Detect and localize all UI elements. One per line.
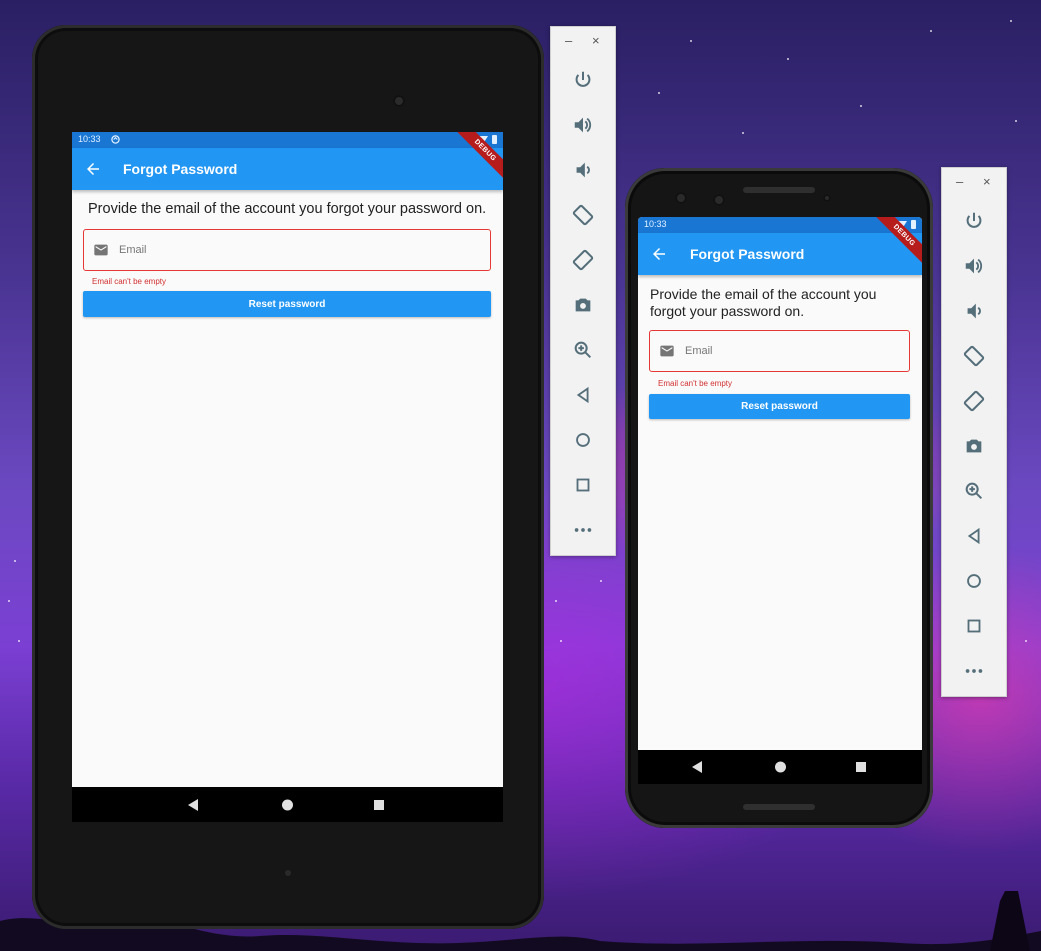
volume-up-button[interactable] — [942, 243, 1006, 288]
phone-emulator: 10:33 Forgot Password DEBUG Provide the … — [625, 168, 933, 828]
power-button[interactable] — [942, 198, 1006, 243]
system-nav-bar — [72, 787, 503, 822]
overview-button[interactable] — [942, 603, 1006, 648]
proximity-sensor — [823, 194, 831, 202]
phone-screen: 10:33 Forgot Password DEBUG Provide the … — [638, 217, 922, 784]
email-error-text: Email can't be empty — [658, 379, 733, 388]
screenshot-button[interactable] — [551, 282, 615, 327]
rotate-right-button[interactable] — [942, 378, 1006, 423]
status-time: 10:33 — [644, 219, 667, 229]
app-bar: Forgot Password — [638, 233, 922, 275]
home-icon — [576, 432, 590, 447]
camera-icon — [966, 439, 982, 452]
close-button[interactable]: × — [592, 34, 600, 48]
email-placeholder: Email — [685, 345, 713, 357]
home-button[interactable] — [551, 417, 615, 462]
sync-icon — [111, 135, 120, 144]
close-button[interactable]: × — [983, 175, 991, 189]
nav-home-icon[interactable] — [775, 761, 786, 773]
tablet-emulator-toolbar: – × — [550, 26, 616, 556]
overview-icon — [967, 619, 981, 632]
tablet-speaker — [285, 870, 291, 876]
status-bar: 10:33 — [72, 132, 503, 148]
email-field[interactable]: Email — [649, 330, 910, 372]
overview-button[interactable] — [551, 462, 615, 507]
page-title: Forgot Password — [690, 246, 805, 262]
volume-down-button[interactable] — [551, 147, 615, 192]
page-title: Forgot Password — [123, 161, 238, 177]
nav-back-icon[interactable] — [692, 761, 702, 773]
back-button[interactable] — [551, 372, 615, 417]
instructions-text: Provide the email of the account you for… — [88, 201, 487, 217]
app-bar: Forgot Password — [72, 148, 503, 190]
phone-speaker-bottom — [743, 804, 815, 810]
status-time: 10:33 — [78, 134, 101, 144]
email-placeholder: Email — [119, 244, 147, 256]
volume-up-icon — [965, 258, 983, 273]
front-camera — [675, 192, 687, 204]
home-icon — [967, 573, 981, 588]
front-camera — [393, 95, 405, 107]
volume-down-button[interactable] — [942, 288, 1006, 333]
zoom-button[interactable] — [942, 468, 1006, 513]
rotate-right-icon — [572, 249, 594, 270]
reset-password-button[interactable]: Reset password — [649, 394, 910, 419]
more-icon — [574, 527, 592, 532]
nav-overview-icon[interactable] — [374, 799, 384, 810]
more-button[interactable] — [942, 648, 1006, 693]
power-button[interactable] — [551, 57, 615, 102]
volume-up-button[interactable] — [551, 102, 615, 147]
volume-down-icon — [967, 303, 981, 318]
system-nav-bar — [638, 750, 922, 784]
instructions-text: Provide the email of the account you for… — [650, 286, 877, 319]
rotate-left-button[interactable] — [551, 192, 615, 237]
back-arrow-icon[interactable] — [650, 245, 668, 263]
rotate-right-button[interactable] — [551, 237, 615, 282]
email-icon — [660, 345, 674, 357]
email-error-text: Email can't be empty — [92, 277, 167, 286]
minimize-button[interactable]: – — [565, 34, 572, 48]
phone-emulator-toolbar: – × — [941, 167, 1007, 697]
battery-icon — [911, 220, 916, 229]
tablet-emulator: 10:33 Forgot Password DEBUG Provide the … — [32, 25, 544, 929]
zoom-in-icon — [574, 341, 592, 358]
zoom-in-icon — [965, 482, 983, 499]
rotate-right-icon — [963, 390, 985, 411]
rotate-left-icon — [963, 345, 985, 366]
zoom-button[interactable] — [551, 327, 615, 372]
home-button[interactable] — [942, 558, 1006, 603]
email-icon — [94, 244, 108, 256]
email-field[interactable]: Email — [83, 229, 491, 271]
tablet-screen: 10:33 Forgot Password DEBUG Provide the … — [72, 132, 503, 822]
front-sensor — [713, 194, 725, 206]
back-icon — [576, 386, 589, 403]
nav-back-icon[interactable] — [188, 798, 198, 811]
overview-icon — [576, 478, 590, 491]
nav-overview-icon[interactable] — [856, 762, 866, 772]
camera-icon — [575, 298, 591, 311]
volume-up-icon — [574, 117, 592, 132]
screenshot-button[interactable] — [942, 423, 1006, 468]
rotate-left-button[interactable] — [942, 333, 1006, 378]
rotate-left-icon — [572, 204, 594, 225]
battery-icon — [492, 135, 497, 144]
back-arrow-icon[interactable] — [84, 160, 102, 178]
back-icon — [967, 527, 980, 544]
minimize-button[interactable]: – — [956, 175, 963, 189]
more-button[interactable] — [551, 507, 615, 552]
nav-home-icon[interactable] — [282, 799, 293, 810]
phone-speaker-top — [743, 187, 815, 193]
reset-password-button[interactable]: Reset password — [83, 291, 491, 317]
more-icon — [965, 668, 983, 673]
power-icon — [966, 212, 982, 228]
volume-down-icon — [576, 162, 590, 177]
back-button[interactable] — [942, 513, 1006, 558]
power-icon — [575, 71, 591, 87]
